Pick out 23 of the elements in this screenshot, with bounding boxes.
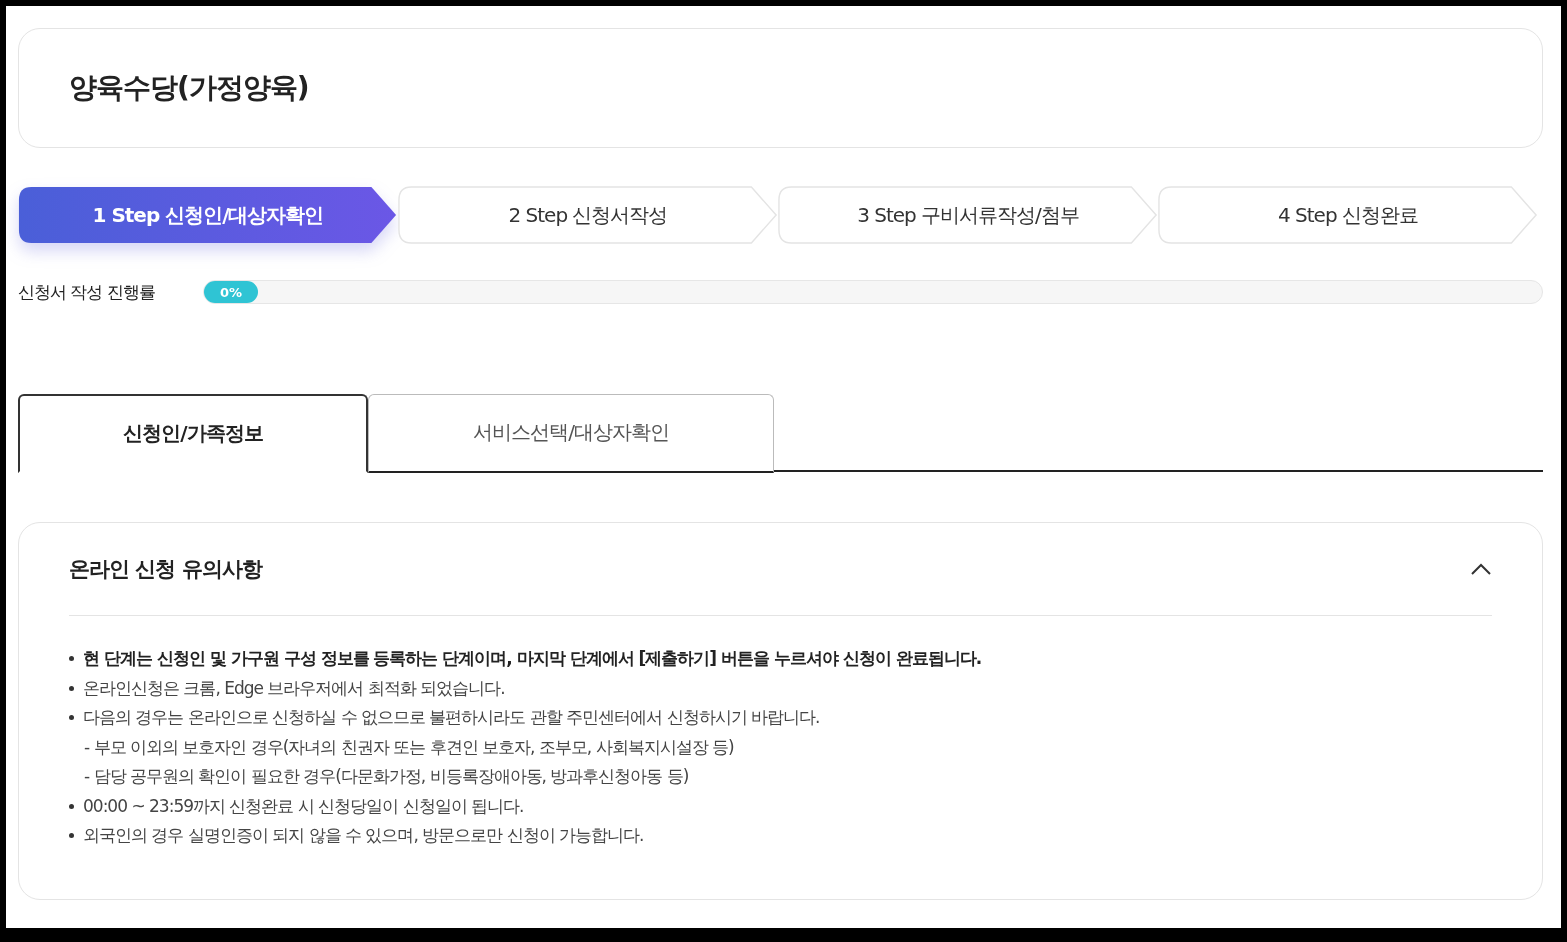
progress-reading: 0% [219,284,243,300]
step-tab[interactable]: 4 Step 신청완료 [1158,186,1538,244]
bullet-icon [69,715,74,721]
tab[interactable]: 서비스선택/대상자확인 [368,393,774,473]
bullet-icon [69,803,74,809]
bullet-icon [69,833,74,839]
progress-label: 신청서 작성 진행률 [18,280,156,304]
bullet-icon [69,685,74,691]
notice-text: 외국인의 경우 실명인증이 되지 않을 수 있으며, 방문으로만 신청이 가능합니다. [83,824,644,848]
notice-text: 온라인신청은 크롬, Edge 브라우저에서 최적화 되었습니다. [83,676,505,700]
notice-text: 00:00 ~ 23:59까지 신청완료 시 신청당일이 신청일이 됩니다. [83,794,524,818]
notice-title: 온라인 신청 유의사항 [69,556,262,583]
step-tab[interactable]: 1 Step 신청인/대상자확인 [18,186,398,244]
step-tab[interactable]: 3 Step 구비서류작성/첨부 [778,186,1158,244]
notice-text: 다음의 경우는 온라인으로 신청하실 수 없으므로 불편하시라도 관할 주민센터에서 신청하시기 바랍니다. [83,706,820,730]
notice-text: - 부모 이외의 보호자인 경우(자녀의 친권자 또는 후견인 보호자, 조부모, 사회복지시설장 등) [84,735,734,759]
chevron-icon[interactable] [1470,562,1492,576]
notice-text: - 담당 공무원의 확인이 필요한 경우(다문화가정, 비등록장애아동, 방과후신청아동 등) [84,765,689,789]
notice-text: 현 단계는 신청인 및 가구원 구성 정보를 등록하는 단계이며, 마지막 단계에서 [제출하기] 버튼을 누르셔야 신청이 완료됩니다. [83,647,982,671]
bullet-icon [69,656,74,662]
step-tab[interactable]: 2 Step 신청서작성 [398,186,778,244]
page-title: 양육수당(가정양육) [69,70,309,106]
tab[interactable]: 신청인/가족정보 [18,393,368,473]
